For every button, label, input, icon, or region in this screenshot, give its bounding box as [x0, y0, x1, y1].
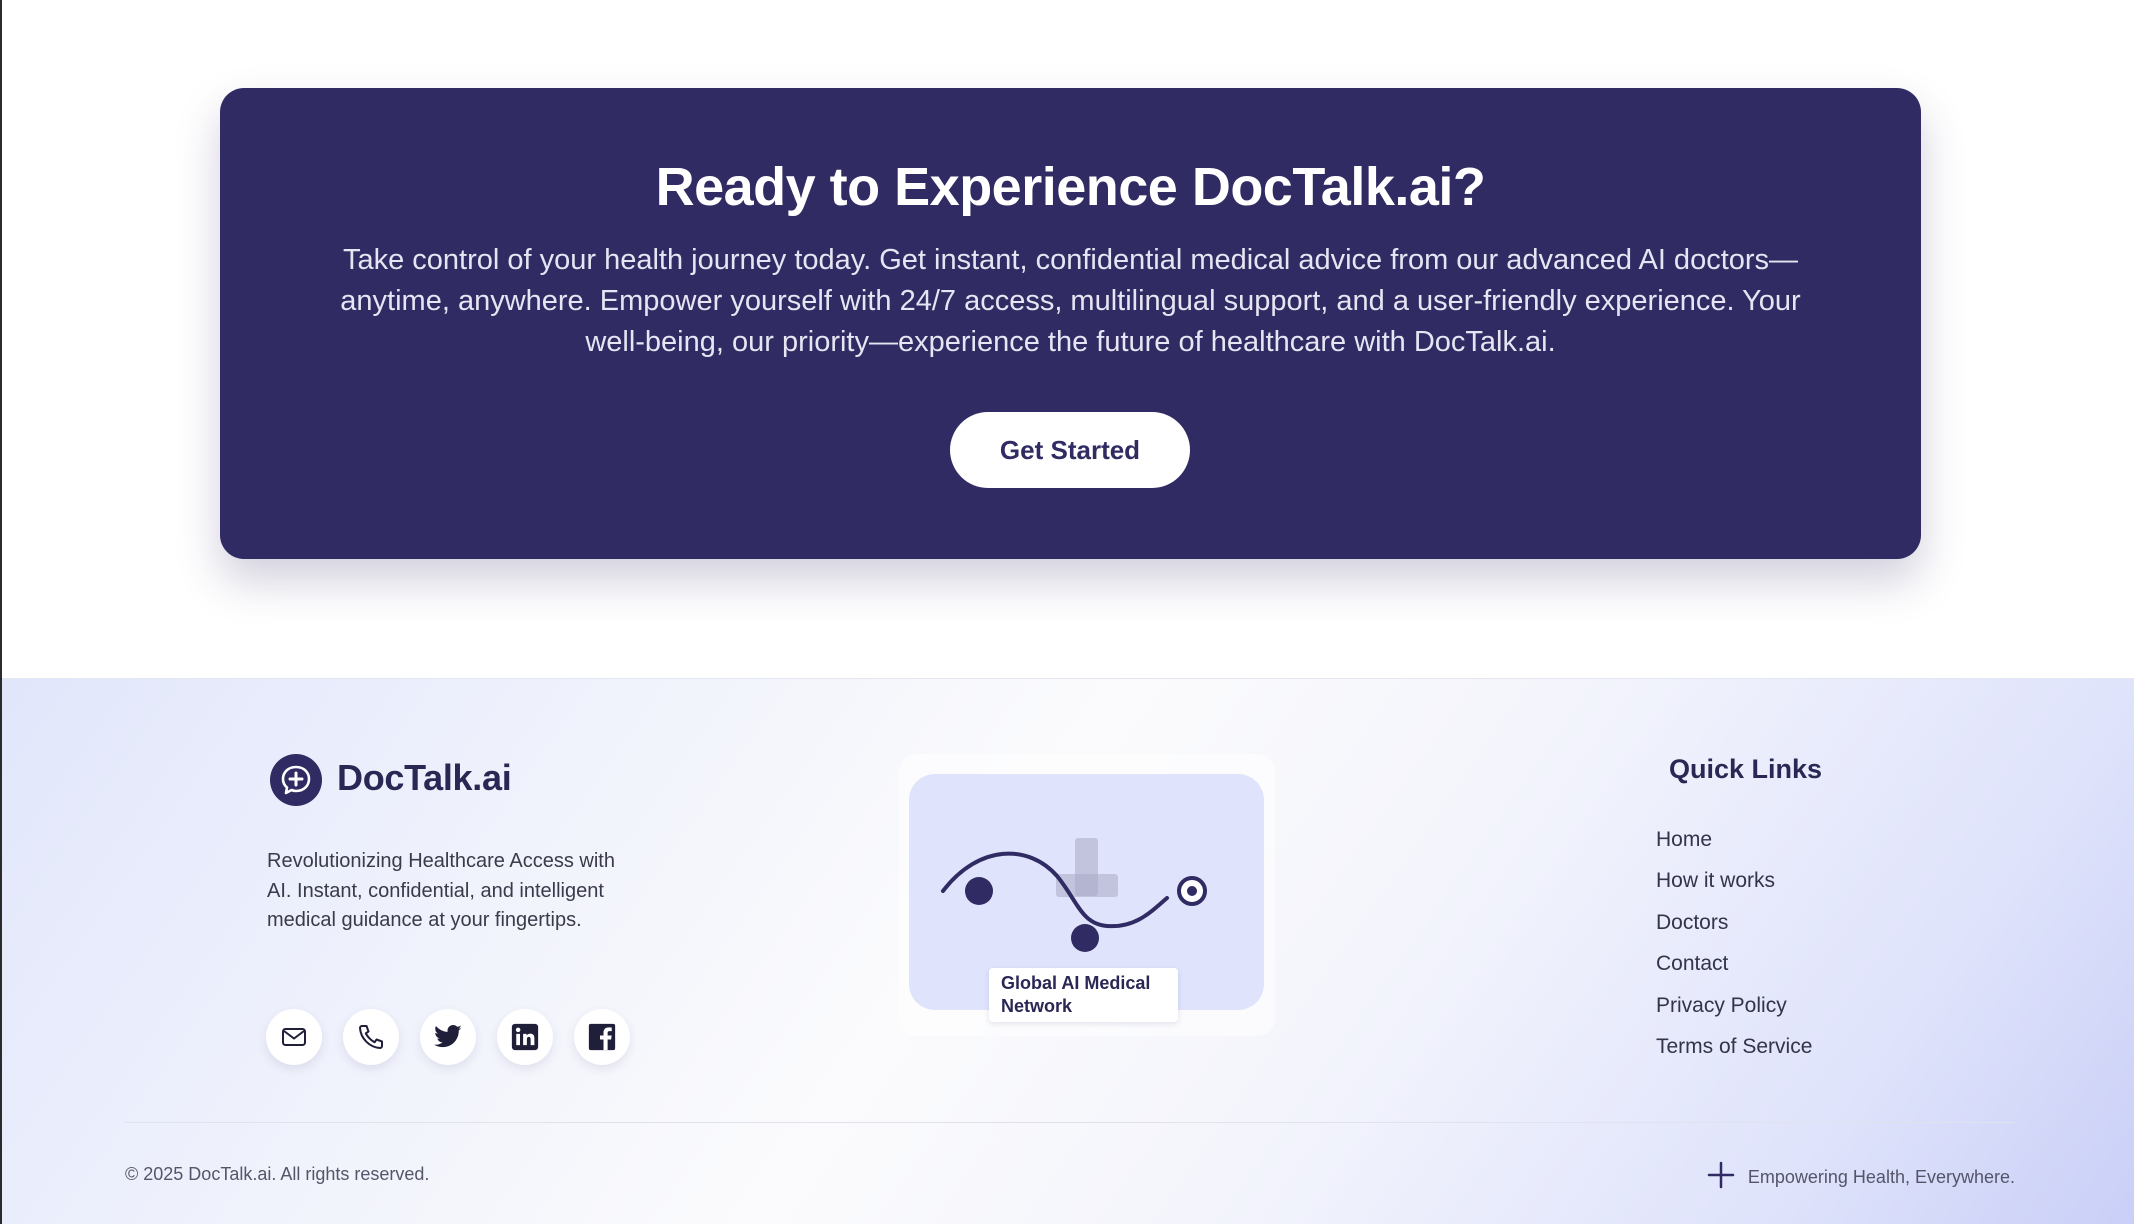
twitter-icon[interactable]: [420, 1009, 476, 1065]
network-label: Global AI Medical Network: [989, 968, 1178, 1022]
tagline: Empowering Health, Everywhere.: [1706, 1160, 2015, 1195]
quick-link-contact[interactable]: Contact: [1656, 951, 1812, 992]
quick-link-doctors[interactable]: Doctors: [1656, 910, 1812, 951]
cta-title: Ready to Experience DocTalk.ai?: [655, 157, 1486, 217]
footer: DocTalk.ai Revolutionizing Healthcare Ac…: [2, 678, 2134, 1224]
get-started-button[interactable]: Get Started: [950, 412, 1190, 488]
facebook-icon[interactable]: [574, 1009, 630, 1065]
mail-icon[interactable]: [266, 1009, 322, 1065]
quick-link-privacy-policy[interactable]: Privacy Policy: [1656, 993, 1812, 1034]
quick-link-how-it-works[interactable]: How it works: [1656, 868, 1812, 909]
phone-icon[interactable]: [343, 1009, 399, 1065]
cta-section: Ready to Experience DocTalk.ai? Take con…: [2, 0, 2134, 678]
footer-divider: [125, 1122, 2015, 1123]
tagline-text: Empowering Health, Everywhere.: [1747, 1167, 2015, 1187]
quick-link-home[interactable]: Home: [1656, 827, 1812, 868]
quick-link-terms-of-service[interactable]: Terms of Service: [1656, 1034, 1812, 1075]
brand-description: Revolutionizing Healthcare Access with A…: [267, 850, 615, 931]
quick-links-list: Home How it works Doctors Contact Privac…: [1656, 827, 1812, 1075]
social-links: [266, 1009, 630, 1065]
linkedin-icon[interactable]: [497, 1009, 553, 1065]
network-illustration: Global AI Medical Network: [909, 774, 1264, 1022]
cta-card: Ready to Experience DocTalk.ai? Take con…: [220, 88, 1921, 559]
plus-icon: [1706, 1160, 1736, 1195]
quick-links-title: Quick Links: [1669, 754, 1823, 784]
brand-logo-icon[interactable]: [270, 754, 322, 806]
cta-description: Take control of your health journey toda…: [340, 244, 1801, 358]
network-illustration-card: Global AI Medical Network: [899, 754, 1275, 1036]
brand-name[interactable]: DocTalk.ai: [337, 757, 512, 799]
copyright-text: © 2025 DocTalk.ai. All rights reserved.: [125, 1164, 430, 1184]
